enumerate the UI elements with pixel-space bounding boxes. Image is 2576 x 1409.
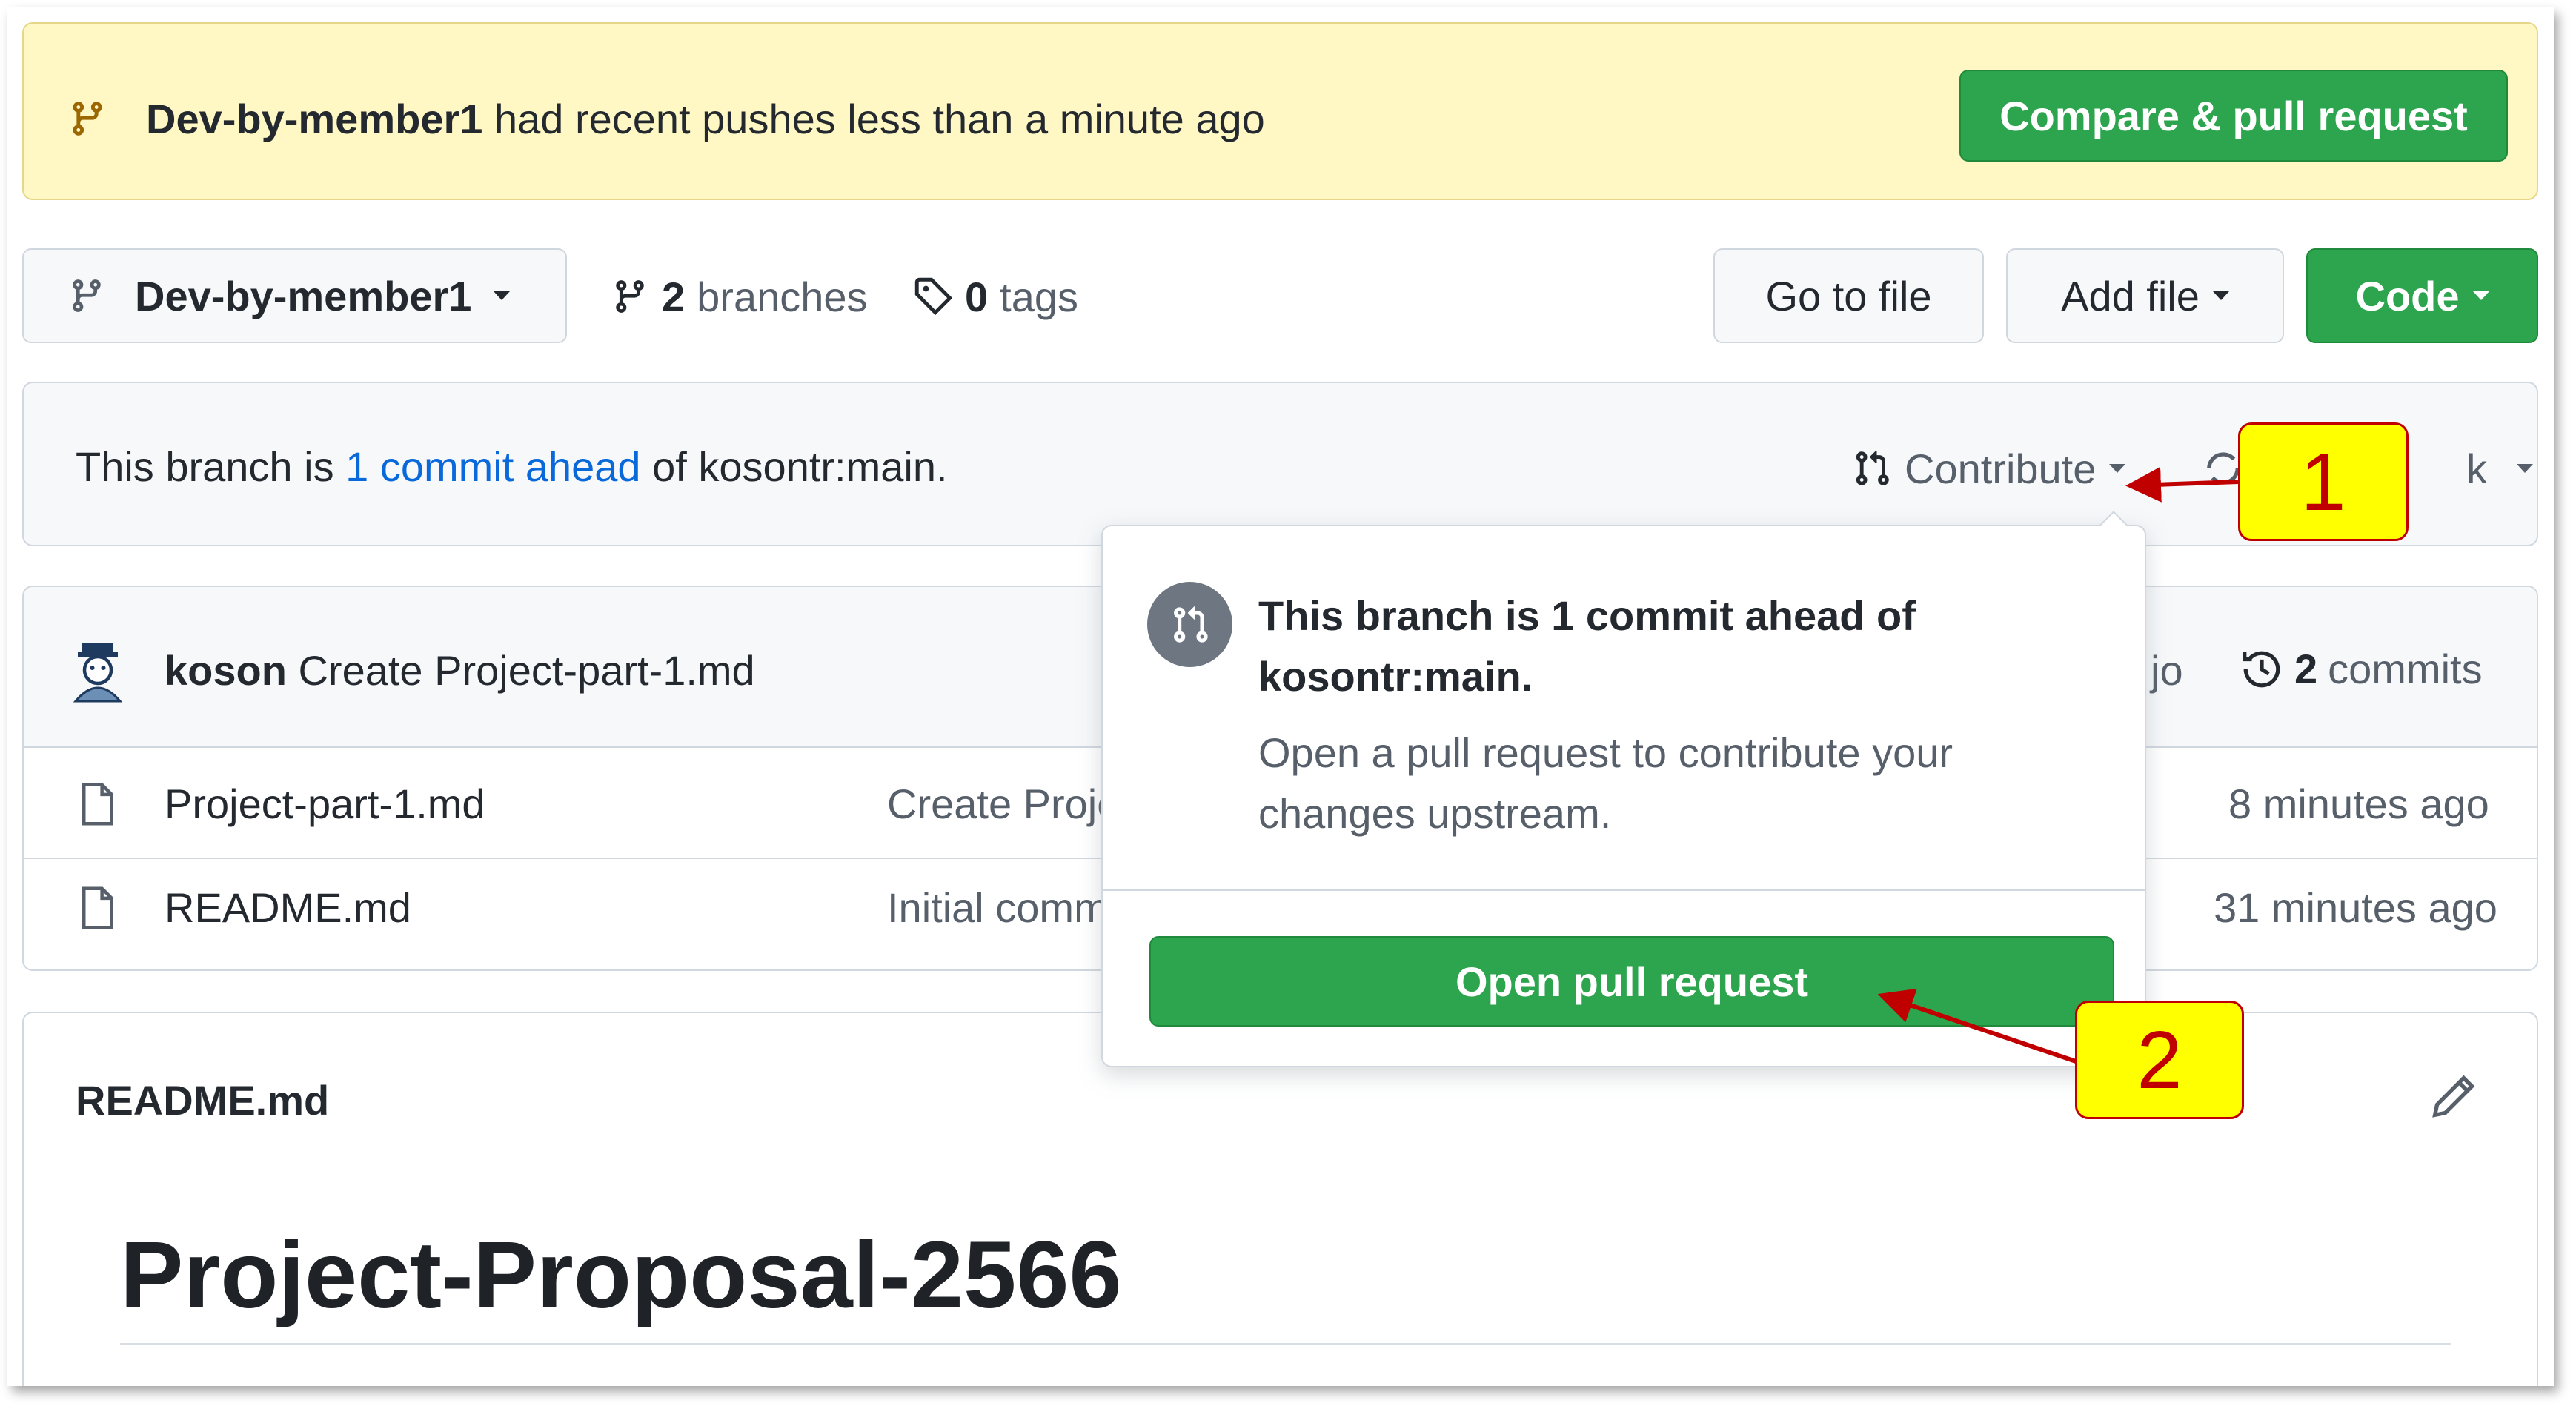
annotation-label-1: 1	[2238, 422, 2409, 541]
arrow-to-open-pr	[1877, 988, 2083, 1066]
annotation-arrows	[1877, 466, 2239, 1066]
annotation-label-2-text: 2	[2137, 1014, 2182, 1106]
repo-page: Dev-by-member1 had recent pushes less th…	[7, 7, 2554, 1386]
annotation-label-2: 2	[2075, 1001, 2244, 1119]
annotation-label-1-text: 1	[2300, 436, 2346, 528]
screenshot-frame: Dev-by-member1 had recent pushes less th…	[0, 0, 2576, 1409]
arrow-to-contribute	[2125, 466, 2239, 503]
